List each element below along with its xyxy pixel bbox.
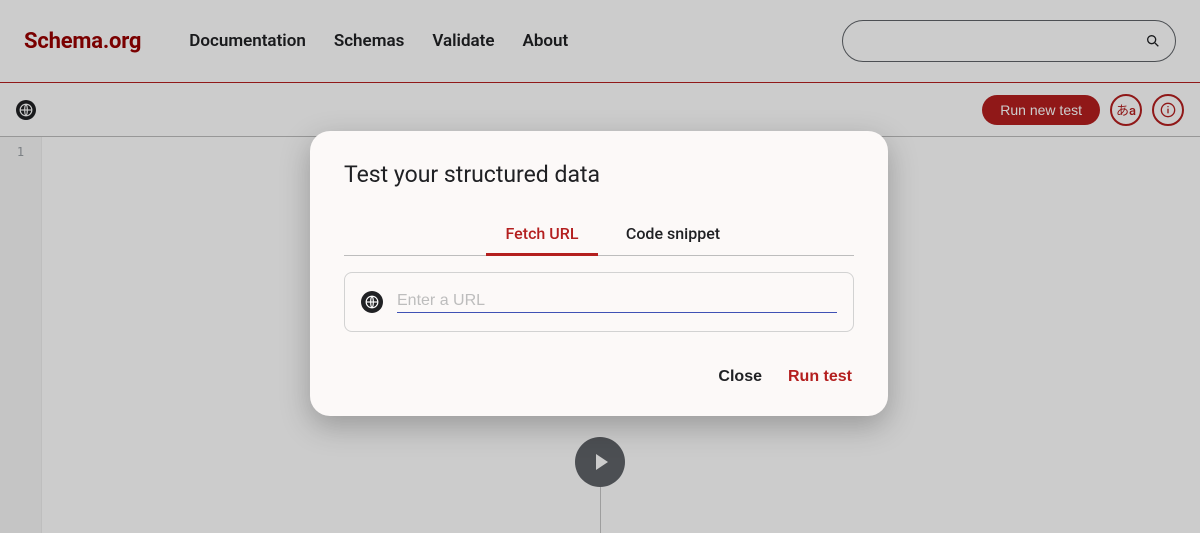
tab-fetch-url[interactable]: Fetch URL	[486, 214, 598, 256]
url-input[interactable]	[397, 292, 837, 313]
test-modal: Test your structured data Fetch URL Code…	[310, 131, 888, 416]
url-input-container	[344, 272, 854, 332]
modal-title: Test your structured data	[344, 161, 854, 188]
modal-actions: Close Run test	[344, 364, 854, 390]
run-test-button[interactable]: Run test	[786, 364, 854, 390]
close-button[interactable]: Close	[716, 364, 764, 390]
tab-code-snippet[interactable]: Code snippet	[598, 214, 748, 255]
modal-tabs: Fetch URL Code snippet	[344, 214, 854, 256]
globe-icon	[361, 291, 383, 313]
